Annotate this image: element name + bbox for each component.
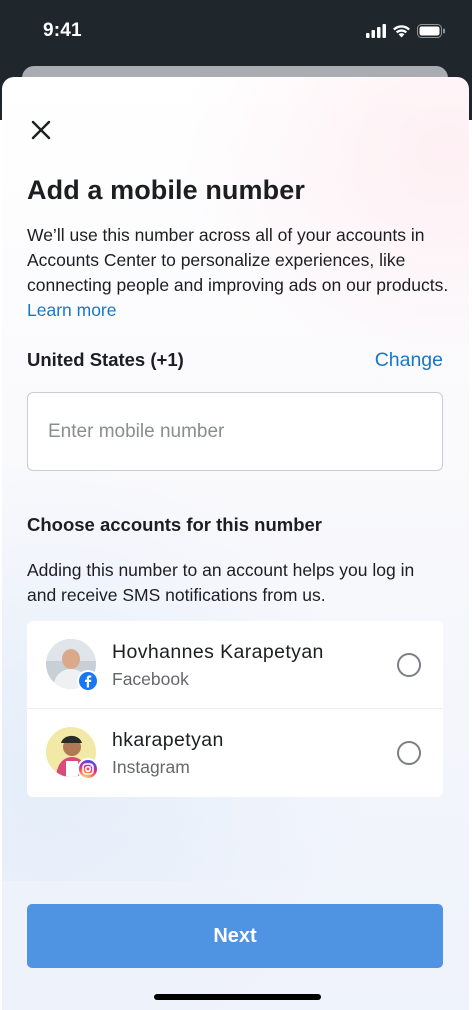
account-name: hkarapetyan: [112, 729, 224, 751]
close-icon: [31, 120, 51, 140]
account-platform: Instagram: [112, 757, 190, 777]
learn-more-link[interactable]: Learn more: [27, 300, 117, 320]
description-text: We’ll use this number across all of your…: [27, 223, 452, 323]
cellular-signal-icon: [366, 24, 386, 38]
home-indicator: [154, 994, 321, 1000]
account-platform: Facebook: [112, 669, 189, 689]
change-country-link[interactable]: Change: [375, 349, 443, 372]
account-radio[interactable]: [397, 653, 421, 677]
wifi-icon: [393, 25, 410, 38]
avatar: [46, 639, 99, 692]
mobile-number-input[interactable]: [27, 392, 443, 471]
account-name: Hovhannes Karapetyan: [112, 641, 324, 663]
choose-accounts-description: Adding this number to an account helps y…: [27, 560, 415, 605]
choose-accounts-heading: Choose accounts for this number: [27, 514, 323, 535]
accounts-list: Hovhannes Karapetyan Facebook hkarapetya…: [27, 621, 443, 797]
account-option-facebook[interactable]: Hovhannes Karapetyan Facebook: [27, 621, 443, 709]
add-mobile-number-sheet: Add a mobile number We’ll use this numbe…: [2, 77, 469, 1010]
status-time: 9:41: [43, 20, 82, 41]
facebook-icon: [77, 670, 99, 692]
status-bar: 9:41: [0, 0, 472, 62]
next-button[interactable]: Next: [27, 904, 443, 968]
battery-icon: [417, 24, 445, 38]
status-icons: [366, 22, 446, 40]
close-button[interactable]: [26, 115, 56, 145]
country-row: United States (+1) Change: [27, 347, 443, 373]
description-body: We’ll use this number across all of your…: [27, 225, 449, 295]
account-option-instagram[interactable]: hkarapetyan Instagram: [27, 709, 443, 797]
avatar: [46, 727, 99, 780]
page-title: Add a mobile number: [27, 175, 305, 205]
account-radio[interactable]: [397, 741, 421, 765]
country-code-label: United States (+1): [27, 349, 184, 370]
instagram-icon: [77, 758, 99, 780]
